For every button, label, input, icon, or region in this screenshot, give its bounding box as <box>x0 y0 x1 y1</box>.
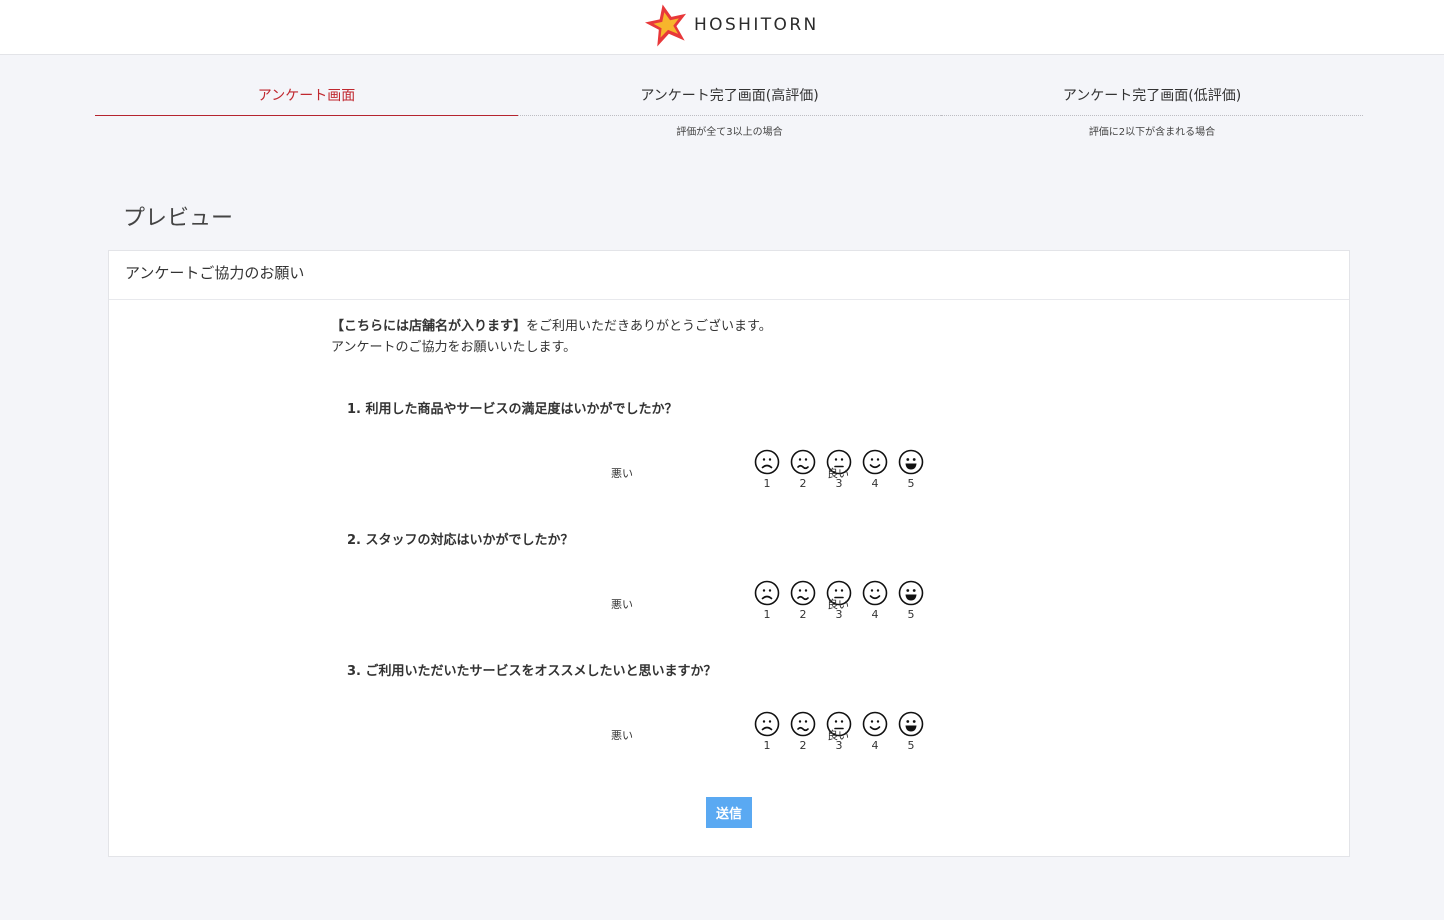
tab-survey-label: アンケート画面 <box>257 88 356 104</box>
tab-complete-low-note: 評価に2以下が含まれる場合 <box>1088 127 1216 138</box>
scale-bad-label: 悪い <box>611 598 633 611</box>
rating-value: 1 <box>763 739 771 752</box>
tab-bar: アンケート画面 アンケート完了画面(高評価) アンケート完了画面(低評価) 評価… <box>95 80 1363 160</box>
tab-complete-low[interactable]: アンケート完了画面(低評価) <box>941 80 1363 116</box>
rating-value: 5 <box>907 608 915 621</box>
frown-icon <box>754 711 780 737</box>
rating-scale-2: 悪い 1 2 3 4 5 良い <box>589 580 924 630</box>
scale-bad-label: 悪い <box>611 467 633 480</box>
rating-option-q2-1[interactable]: 1 <box>753 580 781 624</box>
rating-value: 4 <box>871 739 879 752</box>
submit-button[interactable]: 送信 <box>706 797 752 828</box>
card-header: アンケートご協力のお願い <box>109 251 1349 300</box>
grin-icon <box>898 449 924 475</box>
intro-text: 【こちらには店舗名が入ります】をご利用いただきありがとうございます。 アンケート… <box>331 316 772 358</box>
tab-survey[interactable]: アンケート画面 <box>95 80 518 116</box>
rating-option-q2-4[interactable]: 4 <box>861 580 889 624</box>
tab-complete-high[interactable]: アンケート完了画面(高評価) <box>518 80 941 116</box>
smile-icon <box>862 711 888 737</box>
rating-scale-3: 悪い 1 2 3 4 5 良い <box>589 711 924 761</box>
rating-value: 1 <box>763 477 771 490</box>
rating-value: 1 <box>763 608 771 621</box>
question-3: 3. ご利用いただいたサービスをオススメしたいと思いますか？ <box>347 664 717 679</box>
tab-complete-high-note: 評価が全て3以上の場合 <box>676 127 783 138</box>
preview-title: プレビュー <box>123 206 234 231</box>
intro-thanks: をご利用いただきありがとうございます。 <box>526 319 772 334</box>
rating-value: 4 <box>871 608 879 621</box>
top-bar: HOSHITORN <box>0 0 1444 55</box>
rating-option-q3-2[interactable]: 2 <box>789 711 817 755</box>
rating-value: 5 <box>907 477 915 490</box>
rating-option-q1-5[interactable]: 5 <box>897 449 925 493</box>
grin-icon <box>898 711 924 737</box>
scale-bad-label: 悪い <box>611 729 633 742</box>
rating-value: 2 <box>799 608 807 621</box>
question-1: 1. 利用した商品やサービスの満足度はいかがでしたか？ <box>347 402 678 417</box>
scale-good-label: 良い <box>827 467 849 480</box>
tab-complete-low-label: アンケート完了画面(低評価) <box>1062 88 1242 104</box>
star-logo-icon <box>645 4 687 47</box>
rating-value: 4 <box>871 477 879 490</box>
rating-option-q1-2[interactable]: 2 <box>789 449 817 493</box>
rating-option-q3-5[interactable]: 5 <box>897 711 925 755</box>
survey-card: アンケートご協力のお願い 【こちらには店舗名が入ります】をご利用いただきありがと… <box>108 250 1350 857</box>
rating-value: 2 <box>799 477 807 490</box>
rating-option-q1-1[interactable]: 1 <box>753 449 781 493</box>
tab-complete-high-label: アンケート完了画面(高評価) <box>640 88 819 104</box>
smile-icon <box>862 449 888 475</box>
rating-value: 2 <box>799 739 807 752</box>
rating-option-q1-4[interactable]: 4 <box>861 449 889 493</box>
rating-value: 5 <box>907 739 915 752</box>
question-2: 2. スタッフの対応はいかがでしたか？ <box>347 533 574 548</box>
frown-icon <box>754 449 780 475</box>
intro-request: アンケートのご協力をお願いいたします。 <box>331 340 577 355</box>
worried-icon <box>790 711 816 737</box>
worried-icon <box>790 580 816 606</box>
brand-name: HOSHITORN <box>694 15 819 35</box>
brand-logo[interactable]: HOSHITORN <box>644 2 819 48</box>
scale-good-label: 良い <box>827 729 849 742</box>
store-name-placeholder: 【こちらには店舗名が入ります】 <box>331 319 527 334</box>
smile-icon <box>862 580 888 606</box>
rating-option-q2-2[interactable]: 2 <box>789 580 817 624</box>
rating-scale-1: 悪い 1 2 3 4 5 良い <box>589 449 924 499</box>
frown-icon <box>754 580 780 606</box>
grin-icon <box>898 580 924 606</box>
scale-good-label: 良い <box>827 598 849 611</box>
rating-option-q3-1[interactable]: 1 <box>753 711 781 755</box>
rating-option-q3-4[interactable]: 4 <box>861 711 889 755</box>
worried-icon <box>790 449 816 475</box>
rating-option-q2-5[interactable]: 5 <box>897 580 925 624</box>
